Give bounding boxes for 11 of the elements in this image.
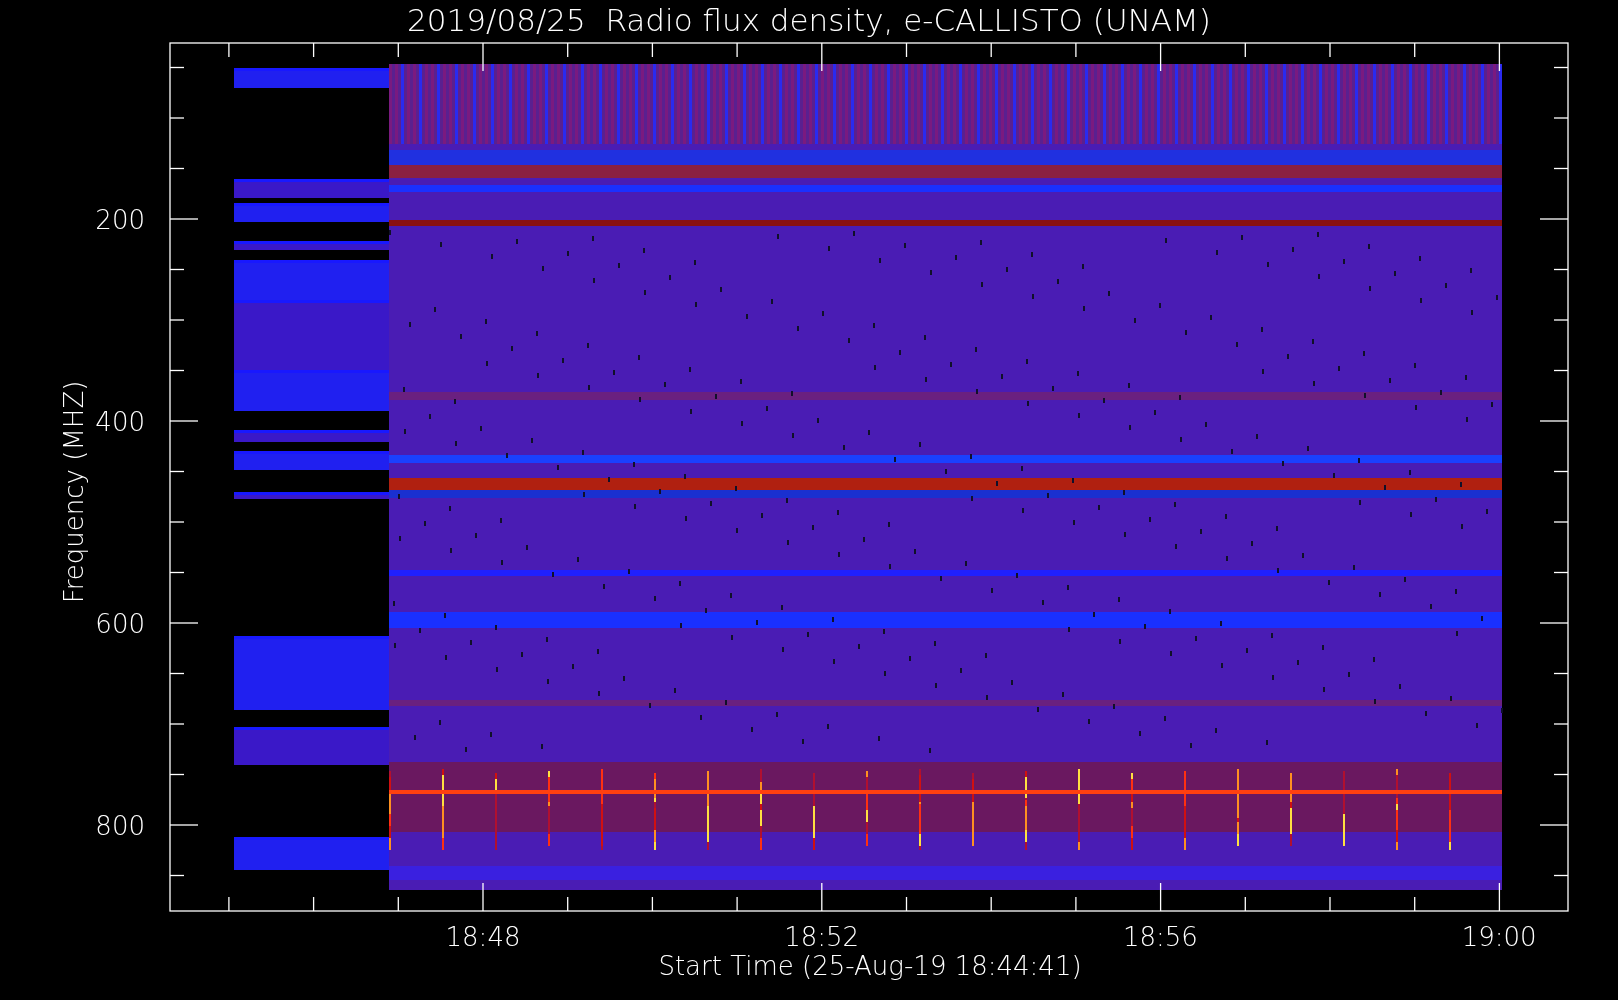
chart-title: 2019/08/25 Radio flux density, e-CALLISTO (UNAM)	[407, 2, 1211, 38]
y-tick-label: 600	[95, 609, 145, 639]
x-tick-label: 18:52	[784, 922, 860, 952]
y-tick-label: 200	[95, 205, 145, 235]
y-tick-label: 800	[95, 811, 145, 841]
y-axis-title: Frequency (MHZ)	[59, 380, 89, 604]
x-tick-label: 18:48	[445, 922, 521, 952]
x-axis-title: Start Time (25-Aug-19 18:44:41)	[658, 951, 1082, 981]
y-tick-label: 400	[95, 407, 145, 437]
x-tick-label: 18:56	[1122, 922, 1198, 952]
x-tick-label: 19:00	[1461, 922, 1537, 952]
